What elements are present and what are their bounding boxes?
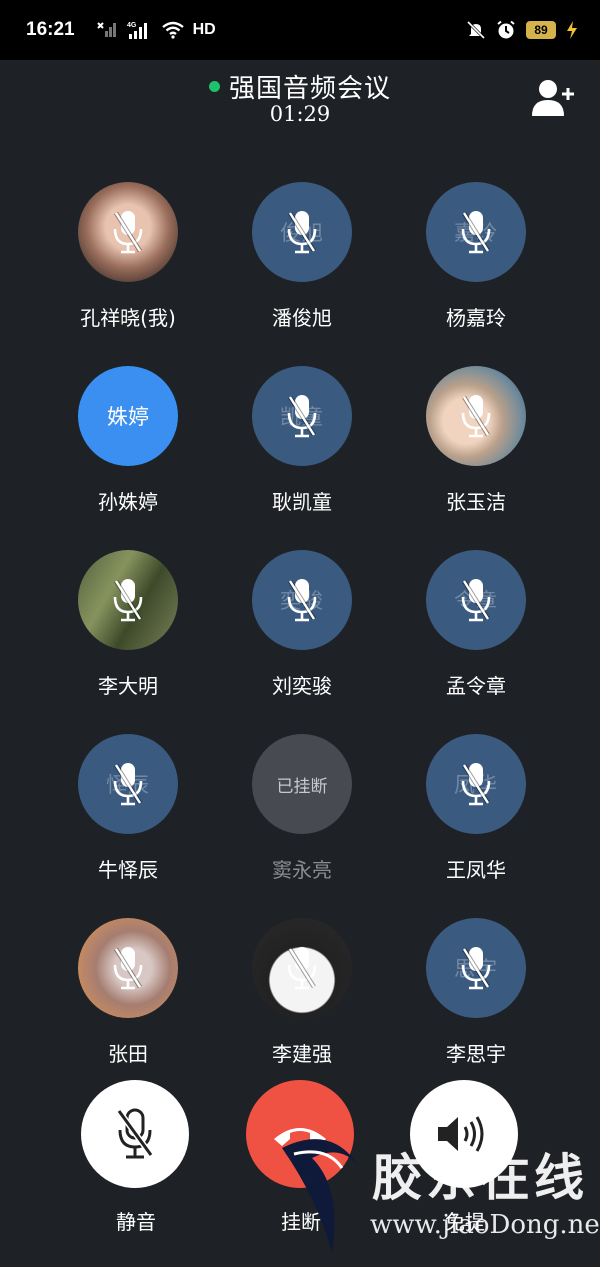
meeting-screen: 16:21 4G HD 89 强国音频会议 01:29 孔祥晓(我) 潘俊旭 杨… bbox=[0, 0, 600, 1267]
meeting-title: 强国音频会议 bbox=[228, 74, 391, 104]
mic-muted-icon bbox=[113, 763, 143, 806]
participant-tile[interactable]: 李建强 bbox=[222, 916, 382, 1086]
participant-tile[interactable]: 凯童耿凯童 bbox=[222, 364, 382, 534]
mic-muted-icon bbox=[113, 947, 143, 990]
participant-tile[interactable]: 孔祥晓(我) bbox=[48, 180, 208, 350]
participant-avatar bbox=[252, 918, 352, 1018]
call-controls: 静音 挂断 免提 bbox=[0, 1080, 600, 1267]
participant-tile[interactable]: 张玉洁 bbox=[396, 364, 556, 534]
participant-avatar: 俊旭 bbox=[252, 182, 352, 282]
participant-avatar: 怿辰 bbox=[78, 734, 178, 834]
mute-button[interactable] bbox=[81, 1080, 189, 1188]
participant-tile[interactable]: 张田 bbox=[48, 916, 208, 1086]
mic-muted-icon bbox=[287, 947, 317, 990]
mute-label: 静音 bbox=[116, 1210, 156, 1234]
mic-off-icon bbox=[116, 1108, 154, 1159]
charging-icon bbox=[566, 21, 578, 39]
mic-muted-icon bbox=[113, 579, 143, 622]
mic-muted-icon bbox=[287, 395, 317, 438]
hung-up-status: 已挂断 bbox=[276, 776, 328, 797]
participant-avatar: 已挂断 bbox=[252, 734, 352, 834]
participant-avatar bbox=[78, 550, 178, 650]
mic-muted-icon bbox=[461, 579, 491, 622]
participant-name: 张玉洁 bbox=[446, 490, 506, 514]
participant-name: 李思宇 bbox=[446, 1042, 506, 1066]
participant-tile[interactable]: 怿辰牛怿辰 bbox=[48, 732, 208, 902]
participant-tile[interactable]: 令章孟令章 bbox=[396, 548, 556, 718]
participant-name: 潘俊旭 bbox=[272, 306, 332, 330]
participant-tile[interactable]: 俊旭潘俊旭 bbox=[222, 180, 382, 350]
participant-avatar bbox=[78, 918, 178, 1018]
participant-name: 孟令章 bbox=[446, 674, 506, 698]
participant-tile[interactable]: 李大明 bbox=[48, 548, 208, 718]
participant-avatar: 凯童 bbox=[252, 366, 352, 466]
participant-avatar: 思宇 bbox=[426, 918, 526, 1018]
add-user-icon bbox=[532, 80, 574, 116]
status-time: 16:21 bbox=[26, 19, 75, 40]
participant-name: 王凤华 bbox=[446, 858, 506, 882]
mic-muted-icon bbox=[461, 763, 491, 806]
svg-text:4G: 4G bbox=[127, 22, 137, 29]
participant-tile[interactable]: 思宇李思宇 bbox=[396, 916, 556, 1086]
participant-avatar: 姝婷 bbox=[78, 366, 178, 466]
signal-off-icon bbox=[96, 21, 119, 39]
mic-muted-icon bbox=[461, 211, 491, 254]
participant-avatar: 令章 bbox=[426, 550, 526, 650]
participant-name: 窦永亮 bbox=[272, 858, 332, 882]
participant-tile[interactable]: 嘉玲杨嘉玲 bbox=[396, 180, 556, 350]
avatar-initials: 姝婷 bbox=[107, 405, 149, 429]
hd-indicator: HD bbox=[192, 21, 216, 38]
participant-name: 李建强 bbox=[272, 1042, 332, 1066]
participant-avatar: 嘉玲 bbox=[426, 182, 526, 282]
participant-name: 孔祥晓(我) bbox=[80, 306, 176, 330]
mic-muted-icon bbox=[461, 947, 491, 990]
mic-muted-icon bbox=[287, 579, 317, 622]
mic-muted-icon bbox=[287, 211, 317, 254]
participant-name: 耿凯童 bbox=[272, 490, 332, 514]
signal-icon: 4G bbox=[127, 20, 153, 40]
participant-name: 杨嘉玲 bbox=[446, 306, 506, 330]
mute-control: 静音 bbox=[76, 1080, 196, 1240]
participant-tile[interactable]: 姝婷 孙姝婷 bbox=[48, 364, 208, 534]
participant-name: 牛怿辰 bbox=[98, 858, 158, 882]
meeting-header: 强国音频会议 01:29 bbox=[0, 62, 600, 132]
participant-tile[interactable]: 凤华王凤华 bbox=[396, 732, 556, 902]
mute-bell-icon bbox=[466, 20, 486, 40]
participant-avatar bbox=[78, 182, 178, 282]
participant-name: 刘奕骏 bbox=[272, 674, 332, 698]
call-timer: 01:29 bbox=[269, 102, 331, 126]
participant-name: 李大明 bbox=[98, 674, 158, 698]
speaker-label: 免提 bbox=[445, 1210, 485, 1234]
live-status-dot bbox=[208, 81, 220, 92]
status-bar: 16:21 4G HD 89 bbox=[0, 0, 600, 60]
participant-avatar: 奕骏 bbox=[252, 550, 352, 650]
hangup-button[interactable] bbox=[246, 1080, 354, 1188]
participant-tile[interactable]: 已挂断 窦永亮 bbox=[222, 732, 382, 902]
hangup-control: 挂断 bbox=[241, 1080, 361, 1240]
speaker-icon bbox=[438, 1116, 484, 1152]
wifi-icon bbox=[161, 21, 185, 39]
mic-muted-icon bbox=[113, 211, 143, 254]
participant-name: 张田 bbox=[108, 1042, 148, 1066]
battery-level: 89 bbox=[526, 21, 556, 39]
speaker-button[interactable] bbox=[410, 1080, 518, 1188]
speaker-control: 免提 bbox=[405, 1080, 525, 1240]
participant-avatar: 凤华 bbox=[426, 734, 526, 834]
mic-muted-icon bbox=[461, 395, 491, 438]
phone-hangup-icon bbox=[274, 1128, 326, 1146]
alarm-icon bbox=[496, 20, 516, 40]
add-member-button[interactable] bbox=[532, 78, 576, 118]
participant-avatar bbox=[426, 366, 526, 466]
hangup-label: 挂断 bbox=[281, 1210, 321, 1234]
participant-tile[interactable]: 奕骏刘奕骏 bbox=[222, 548, 382, 718]
participant-name: 孙姝婷 bbox=[98, 490, 158, 514]
